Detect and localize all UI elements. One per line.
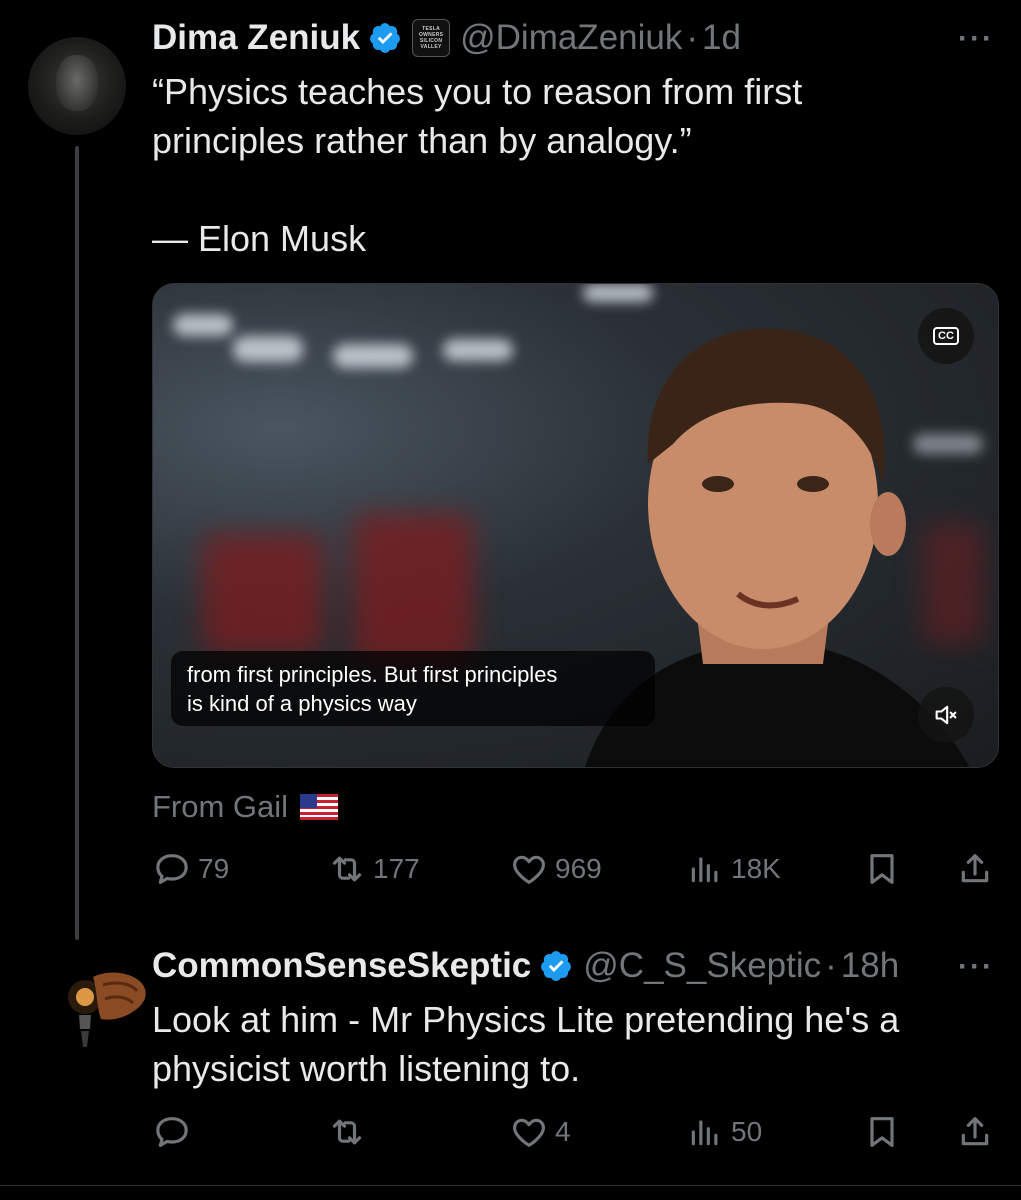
- repost-icon: [332, 1119, 362, 1145]
- repost-button[interactable]: [327, 1112, 367, 1152]
- share-button[interactable]: [955, 1112, 995, 1152]
- like-button[interactable]: 969: [509, 849, 602, 889]
- share-button[interactable]: [955, 849, 995, 889]
- video-caption: from first principles. But first princip…: [171, 651, 655, 726]
- cc-icon: CC: [933, 327, 959, 345]
- source-label: From Gail: [152, 789, 289, 824]
- bookmark-button[interactable]: [862, 1112, 902, 1152]
- author-name[interactable]: Dima Zeniuk: [152, 18, 360, 58]
- badge-text-line: VALLEY: [420, 44, 442, 50]
- lightbulb-hand-icon: [68, 972, 146, 1047]
- share-icon: [961, 854, 989, 883]
- video-player[interactable]: CC from first principles. But first prin…: [152, 283, 999, 768]
- tweet-text: Look at him - Mr Physics Lite pretending…: [152, 999, 900, 1089]
- timestamp[interactable]: 18h: [841, 946, 899, 986]
- affiliation-badge-tesla-owners[interactable]: TESLA OWNERS SILICON VALLEY: [412, 19, 451, 57]
- avatar-dima-zeniuk[interactable]: [28, 37, 126, 135]
- repost-icon: [332, 856, 362, 882]
- reply-count: 79: [198, 853, 230, 884]
- verified-badge-icon: [370, 23, 400, 53]
- speaker-muted-icon: [935, 705, 957, 725]
- reply-button[interactable]: [152, 1112, 192, 1152]
- reply-button[interactable]: 79: [152, 849, 229, 889]
- tweet-actions: 4 50: [152, 1112, 1002, 1152]
- tweet-header: CommonSenseSkeptic @C_S_Skeptic · 18h: [152, 946, 899, 986]
- tweet-actions: 79 177 969 18K: [152, 849, 1002, 889]
- more-options-button[interactable]: ···: [958, 950, 994, 984]
- views-count: 50: [731, 1116, 763, 1147]
- like-button[interactable]: 4: [509, 1112, 571, 1152]
- bookmark-icon: [870, 854, 894, 884]
- heart-icon: [513, 1118, 545, 1147]
- reply-icon: [156, 854, 188, 884]
- avatar-commonsenseskeptic[interactable]: [53, 959, 151, 1057]
- timestamp[interactable]: 1d: [702, 18, 741, 58]
- like-count: 4: [555, 1116, 571, 1147]
- tweet-header: Dima Zeniuk TESLA OWNERS SILICON VALLEY …: [152, 18, 741, 58]
- separator-dot: ·: [825, 946, 837, 985]
- share-icon: [961, 1117, 989, 1146]
- repost-button[interactable]: 177: [327, 849, 420, 889]
- views-button[interactable]: 50: [685, 1112, 762, 1152]
- us-flag-icon: [300, 794, 339, 820]
- heart-icon: [513, 855, 545, 884]
- tweet-divider: [0, 1185, 1021, 1186]
- views-button[interactable]: 18K: [685, 849, 781, 889]
- author-name[interactable]: CommonSenseSkeptic: [152, 946, 531, 986]
- verified-badge-icon: [541, 951, 572, 981]
- source-attribution[interactable]: From Gail: [152, 789, 339, 825]
- views-count: 18K: [731, 853, 781, 884]
- bookmark-button[interactable]: [862, 849, 902, 889]
- thread-connector-line: [75, 146, 79, 940]
- reply-icon: [156, 1117, 188, 1147]
- tweet-text: “Physics teaches you to reason from firs…: [152, 71, 803, 259]
- closed-captions-button[interactable]: CC: [918, 308, 974, 364]
- mute-button[interactable]: [918, 687, 974, 743]
- views-chart-icon: [691, 857, 718, 883]
- separator-dot: ·: [686, 18, 699, 57]
- more-options-button[interactable]: ···: [958, 22, 994, 56]
- bookmark-icon: [870, 1117, 894, 1147]
- repost-count: 177: [373, 853, 420, 884]
- author-handle[interactable]: @DimaZeniuk: [460, 18, 682, 58]
- author-handle[interactable]: @C_S_Skeptic: [583, 946, 821, 986]
- views-chart-icon: [691, 1120, 718, 1146]
- like-count: 969: [555, 853, 602, 884]
